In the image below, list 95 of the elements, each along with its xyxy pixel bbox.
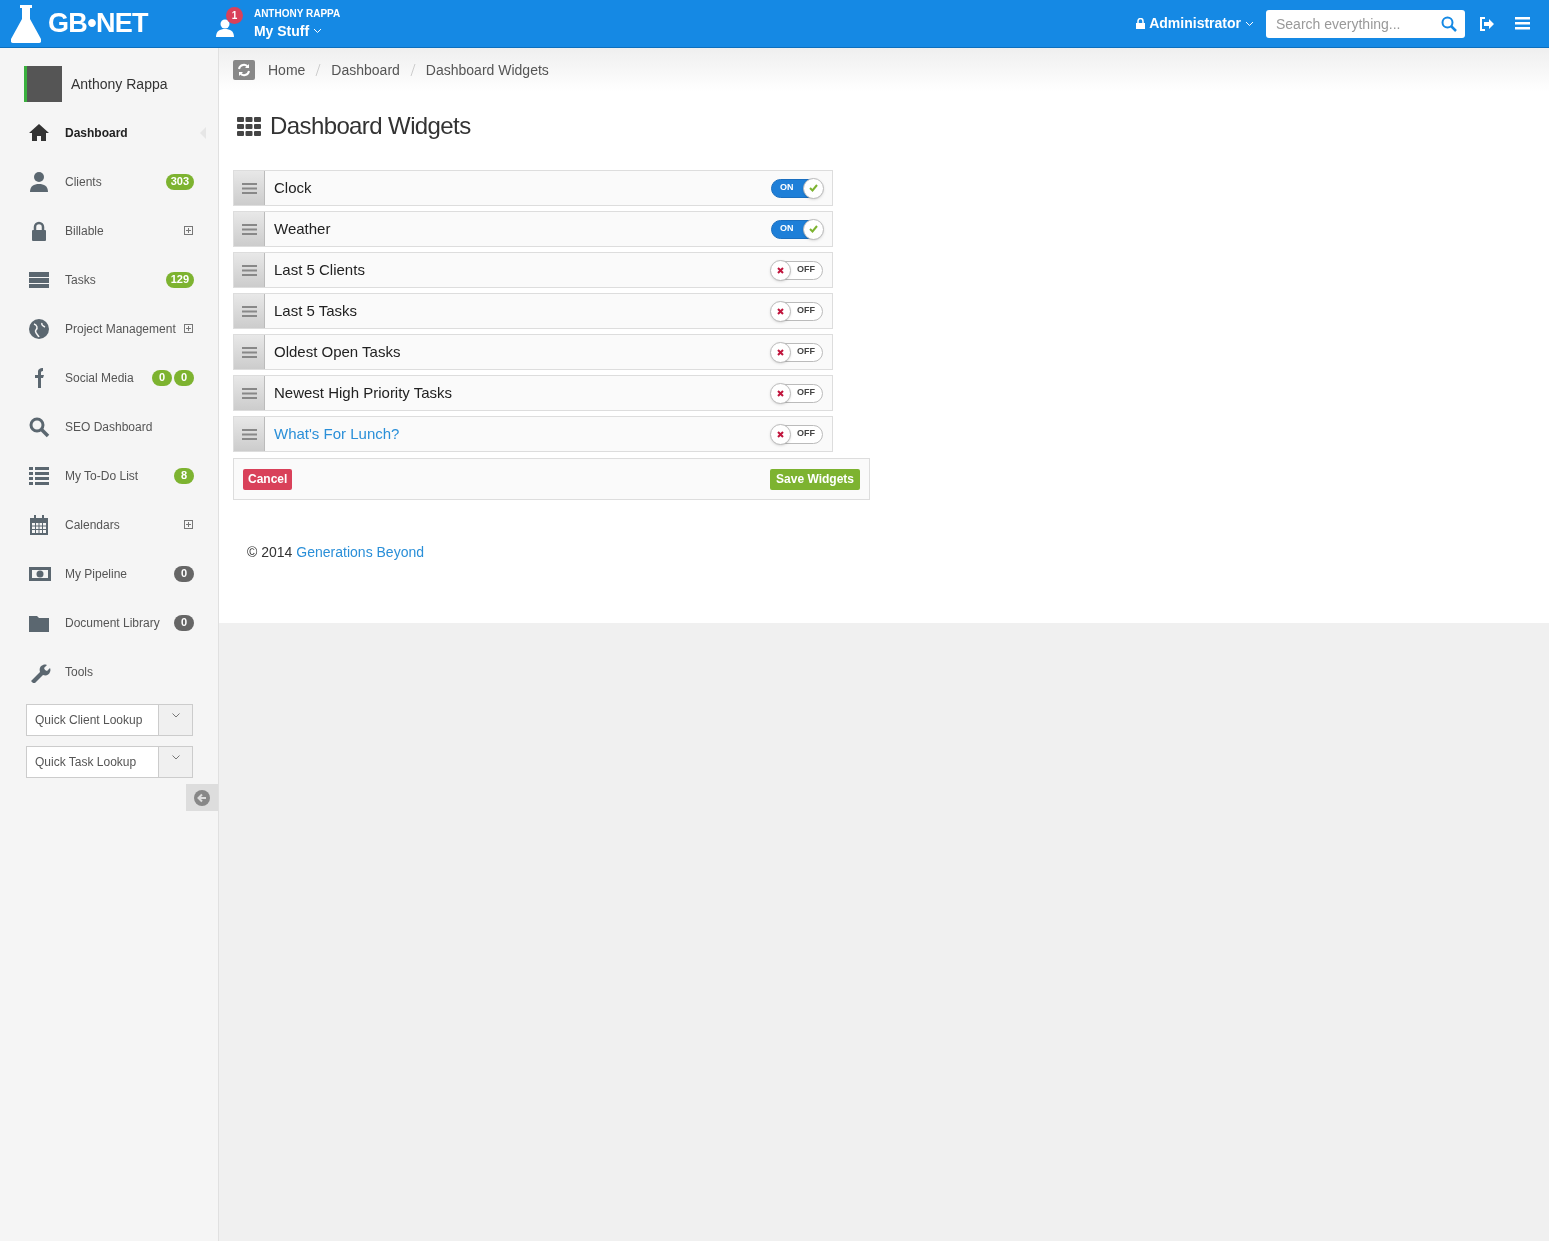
search-field[interactable]: Search everything... xyxy=(1266,9,1465,38)
chevron-icon xyxy=(171,713,180,718)
logout-icon[interactable] xyxy=(1479,16,1495,31)
count-badge: 8 xyxy=(174,467,194,484)
user-name: Anthony Rappa xyxy=(71,74,168,94)
sidebar-item[interactable]: Tools xyxy=(65,662,93,681)
breadcrumb-link[interactable]: Home xyxy=(268,59,306,81)
widget-row[interactable]: Newest High Priority Tasks OFF xyxy=(233,375,833,411)
expand-icon[interactable] xyxy=(184,520,193,529)
notification-count: 1 xyxy=(225,6,243,24)
administrator-menu[interactable]: Administrator xyxy=(1136,13,1254,34)
drag-handle[interactable] xyxy=(234,417,265,451)
widget-label: Last 5 Tasks xyxy=(274,300,358,321)
sidebar-item[interactable]: Clients xyxy=(65,172,102,191)
sidebar-item[interactable]: Project Management xyxy=(65,319,176,338)
sidebar-item[interactable]: SEO Dashboard xyxy=(65,417,153,436)
refresh-icon[interactable] xyxy=(233,60,255,80)
lookup-label: Quick Client Lookup xyxy=(34,712,144,729)
grid-icon xyxy=(237,116,261,136)
widget-label: Oldest Open Tasks xyxy=(274,341,401,362)
toggle-switch[interactable]: ON xyxy=(771,178,823,198)
collapse-button[interactable] xyxy=(186,784,218,811)
page-title: Dashboard Widgets xyxy=(270,111,471,141)
drag-handle[interactable] xyxy=(234,335,265,369)
search-icon[interactable] xyxy=(1441,15,1457,32)
cancel-button[interactable]: Cancel xyxy=(243,468,293,490)
chevron-icon xyxy=(1245,20,1254,27)
widget-row[interactable]: Last 5 Clients OFF xyxy=(233,252,833,288)
globe-icon xyxy=(28,317,52,340)
toggle-switch[interactable]: OFF xyxy=(771,301,823,321)
footer-link[interactable]: Generations Beyond xyxy=(296,542,424,563)
logo[interactable]: GB•NET xyxy=(48,3,148,44)
count-badge: 0 xyxy=(152,369,172,386)
sidebar-item[interactable]: Document Library xyxy=(65,613,160,632)
toggle-switch[interactable]: OFF xyxy=(771,342,823,362)
count-badge: 0 xyxy=(174,614,194,631)
widget-row[interactable]: Weather ON xyxy=(233,211,833,247)
widget-row[interactable]: Oldest Open Tasks OFF xyxy=(233,334,833,370)
count-badge: 0 xyxy=(174,565,194,582)
close-icon xyxy=(777,307,784,315)
drag-handle[interactable] xyxy=(234,376,265,410)
close-icon xyxy=(777,266,784,274)
count-badge: 0 xyxy=(174,369,194,386)
widget-label: Last 5 Clients xyxy=(274,259,365,280)
close-icon xyxy=(777,348,784,356)
flask-icon xyxy=(11,4,41,43)
drag-handle[interactable] xyxy=(234,253,265,287)
widget-label: Newest High Priority Tasks xyxy=(274,382,453,403)
sidebar-item[interactable]: Billable xyxy=(65,221,104,240)
user-icon[interactable] xyxy=(215,18,234,37)
drag-handle[interactable] xyxy=(234,212,265,246)
widget-label: Clock xyxy=(274,177,312,198)
separator-icon xyxy=(409,64,416,76)
menu-icon[interactable] xyxy=(1515,17,1530,30)
chevron-icon xyxy=(313,28,323,34)
close-icon xyxy=(777,389,784,397)
breadcrumb-link[interactable]: Dashboard xyxy=(331,59,400,81)
breadcrumb-link[interactable]: Dashboard Widgets xyxy=(425,59,549,81)
check-icon xyxy=(809,184,818,192)
lookup-dropdown[interactable]: Quick Client Lookup xyxy=(26,704,193,736)
widget-row[interactable]: Last 5 Tasks OFF xyxy=(233,293,833,329)
close-icon xyxy=(777,430,784,438)
expand-icon[interactable] xyxy=(184,324,193,333)
copyright-text: © 2014 xyxy=(247,543,293,562)
arrow-left-icon xyxy=(194,789,210,806)
lookup-label: Quick Task Lookup xyxy=(34,754,138,771)
my-stuff-menu[interactable]: My Stuff xyxy=(253,20,341,42)
chevron-icon xyxy=(171,755,180,760)
search-icon xyxy=(28,415,52,438)
widget-row[interactable]: What's For Lunch? OFF xyxy=(233,416,833,452)
toggle-switch[interactable]: ON xyxy=(771,219,823,239)
count-badge: 303 xyxy=(165,173,194,190)
sidebar-item[interactable]: Dashboard xyxy=(65,123,128,142)
toggle-switch[interactable]: OFF xyxy=(771,260,823,280)
toggle-switch[interactable]: OFF xyxy=(771,424,823,444)
widget-label: Weather xyxy=(274,218,331,239)
sidebar-item[interactable]: My Pipeline xyxy=(65,564,128,583)
toggle-switch[interactable]: OFF xyxy=(771,383,823,403)
drag-handle[interactable] xyxy=(234,171,265,205)
widget-row[interactable]: Clock ON xyxy=(233,170,833,206)
expand-icon[interactable] xyxy=(184,226,193,235)
sidebar-item[interactable]: Calendars xyxy=(65,515,120,534)
sidebar-item[interactable]: Social Media xyxy=(65,368,134,387)
user-caption: ANTHONY RAPPA xyxy=(253,6,341,21)
drag-handle[interactable] xyxy=(234,294,265,328)
count-badge: 129 xyxy=(165,271,194,288)
facebook-icon xyxy=(35,367,45,388)
sidebar-item[interactable]: Tasks xyxy=(65,270,96,289)
lock-icon xyxy=(1136,18,1146,29)
avatar xyxy=(24,66,62,102)
check-icon xyxy=(809,225,818,233)
separator-icon xyxy=(315,64,322,76)
lookup-dropdown[interactable]: Quick Task Lookup xyxy=(26,746,193,778)
list-icon xyxy=(28,464,52,487)
sidebar-item[interactable]: My To-Do List xyxy=(65,466,139,485)
